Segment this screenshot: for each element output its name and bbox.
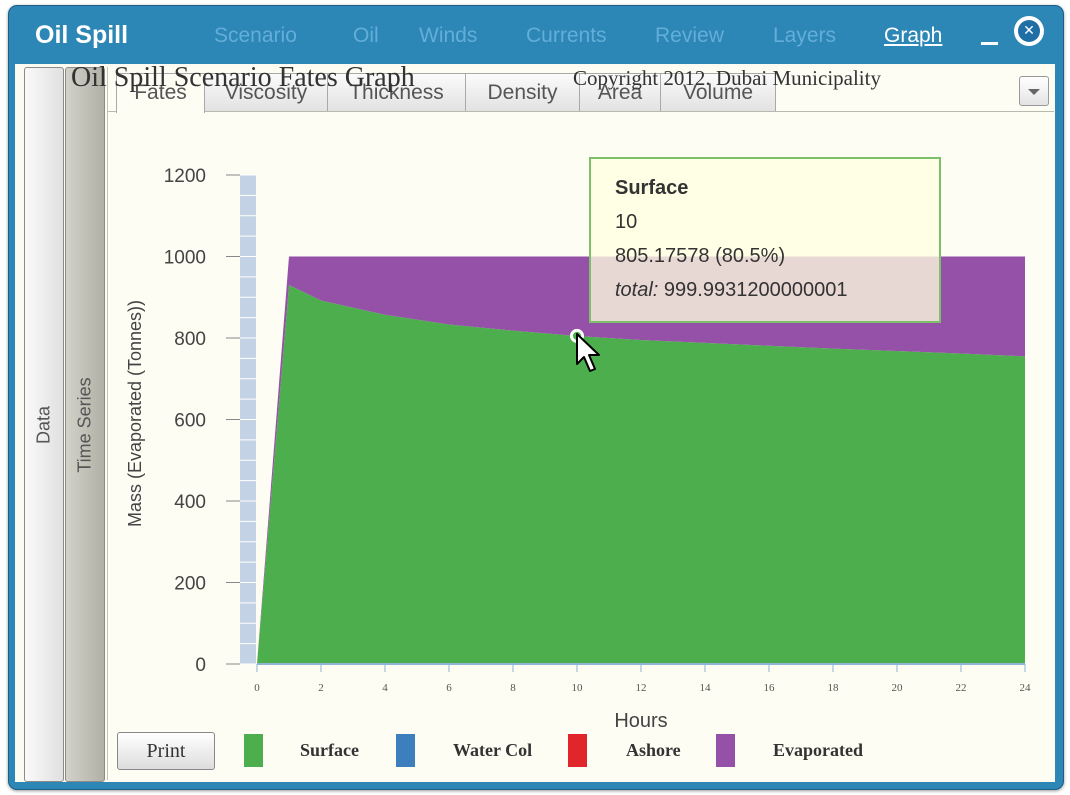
x-tick-label: 8 [510,682,516,694]
legend-label[interactable]: Water Col [453,740,532,761]
y-tick-label: 0 [195,655,206,676]
legend-label[interactable]: Evaporated [773,740,863,761]
y-tick-label: 800 [174,329,206,350]
y-tick-label: 1000 [164,248,206,269]
tooltip-total-label: total: [615,279,659,301]
y-tick-label: 400 [174,492,206,513]
x-tick-label: 22 [956,682,967,694]
x-axis-label: Hours [614,710,667,732]
x-tick-label: 4 [382,682,388,694]
x-tick-label: 24 [1020,682,1032,694]
x-tick-label: 16 [764,682,776,694]
tooltip-total: total: 999.9931200000001 [615,279,847,302]
x-tick-label: 6 [446,682,452,694]
y-tick-label: 200 [174,574,206,595]
tooltip-series: Surface [615,177,689,199]
legend-label[interactable]: Ashore [626,740,681,761]
legend-swatch[interactable] [716,734,735,767]
y-tick-label: 1200 [164,166,206,187]
print-button[interactable]: Print [117,732,215,770]
tooltip-value: 805.17578 (80.5%) [615,245,786,267]
x-tick-label: 14 [700,682,712,694]
x-tick-label: 18 [828,682,840,694]
mouse-cursor-icon [576,333,600,372]
tooltip-x: 10 [615,211,638,233]
x-tick-label: 12 [636,682,647,694]
y-tick-label: 600 [174,411,206,432]
chart-tooltip: Surface 10 805.17578 (80.5%) total: 999.… [589,157,941,323]
legend-swatch[interactable] [568,734,587,767]
x-tick-label: 0 [254,682,260,694]
x-tick-label: 2 [318,682,324,694]
fates-chart[interactable]: 0200400600800100012000 2 4 6 8 10 12 14 16 18 20 22… [0,0,1070,795]
x-tick-label: 20 [892,682,904,694]
y-axis-label: Mass (Evaporated (Tonnes)) [125,300,145,527]
legend-swatch[interactable] [396,734,415,767]
legend-swatch[interactable] [244,734,263,767]
x-tick-label: 10 [572,682,584,694]
tooltip-total-value: 999.9931200000001 [658,279,848,301]
legend-label[interactable]: Surface [300,740,359,761]
